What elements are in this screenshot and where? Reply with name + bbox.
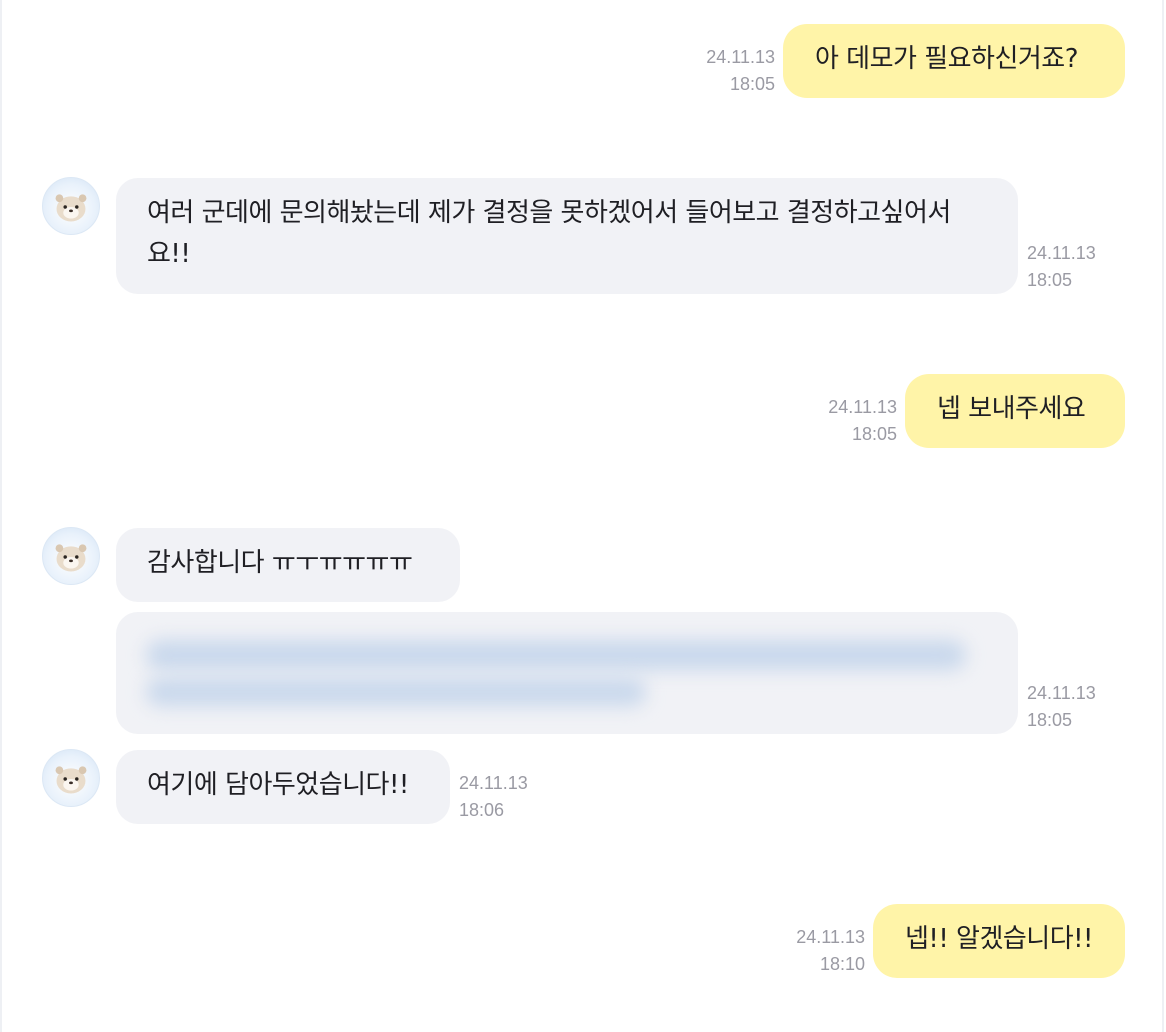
avatar[interactable] — [42, 527, 100, 585]
chat-frame — [0, 0, 1164, 1032]
my-message-bubble[interactable]: 아 데모가 필요하신거죠? — [783, 24, 1125, 98]
otter-avatar-icon — [55, 766, 87, 794]
message-date: 24.11.13 — [796, 927, 865, 947]
message-time: 18:05 — [1027, 710, 1073, 730]
my-message-bubble[interactable]: 넵 보내주세요 — [905, 374, 1125, 448]
message-timestamp: 24.11.13 18:10 — [790, 924, 865, 978]
message-time: 18:06 — [459, 800, 505, 820]
other-message-bubble[interactable]: 여러 군데에 문의해놨는데 제가 결정을 못하겠어서 들어보고 결정하고싶어서요… — [116, 178, 1018, 294]
message-date: 24.11.13 — [1027, 243, 1096, 263]
otter-avatar-icon — [55, 194, 87, 222]
message-timestamp: 24.11.13 18:05 — [700, 44, 775, 98]
message-timestamp: 24.11.13 18:05 — [1027, 680, 1096, 734]
redacted-text-line — [146, 678, 646, 706]
message-date: 24.11.13 — [1027, 683, 1096, 703]
message-date: 24.11.13 — [828, 397, 897, 417]
avatar[interactable] — [42, 177, 100, 235]
message-timestamp: 24.11.13 18:05 — [1027, 240, 1096, 294]
message-time: 18:10 — [819, 954, 865, 974]
message-timestamp: 24.11.13 18:05 — [822, 394, 897, 448]
other-message-bubble[interactable]: 여기에 담아두었습니다!! — [116, 750, 450, 824]
message-time: 18:05 — [851, 424, 897, 444]
message-time: 18:05 — [729, 74, 775, 94]
avatar[interactable] — [42, 749, 100, 807]
message-time: 18:05 — [1027, 270, 1073, 290]
message-date: 24.11.13 — [459, 773, 528, 793]
otter-avatar-icon — [55, 544, 87, 572]
redacted-text-line — [146, 640, 966, 670]
my-message-bubble[interactable]: 넵!! 알겠습니다!! — [873, 904, 1125, 978]
other-message-bubble[interactable]: 감사합니다 ㅠㅜㅠㅠㅠㅠ — [116, 528, 460, 602]
message-timestamp: 24.11.13 18:06 — [459, 770, 528, 824]
redacted-link-bubble[interactable] — [116, 612, 1018, 734]
message-date: 24.11.13 — [706, 47, 775, 67]
